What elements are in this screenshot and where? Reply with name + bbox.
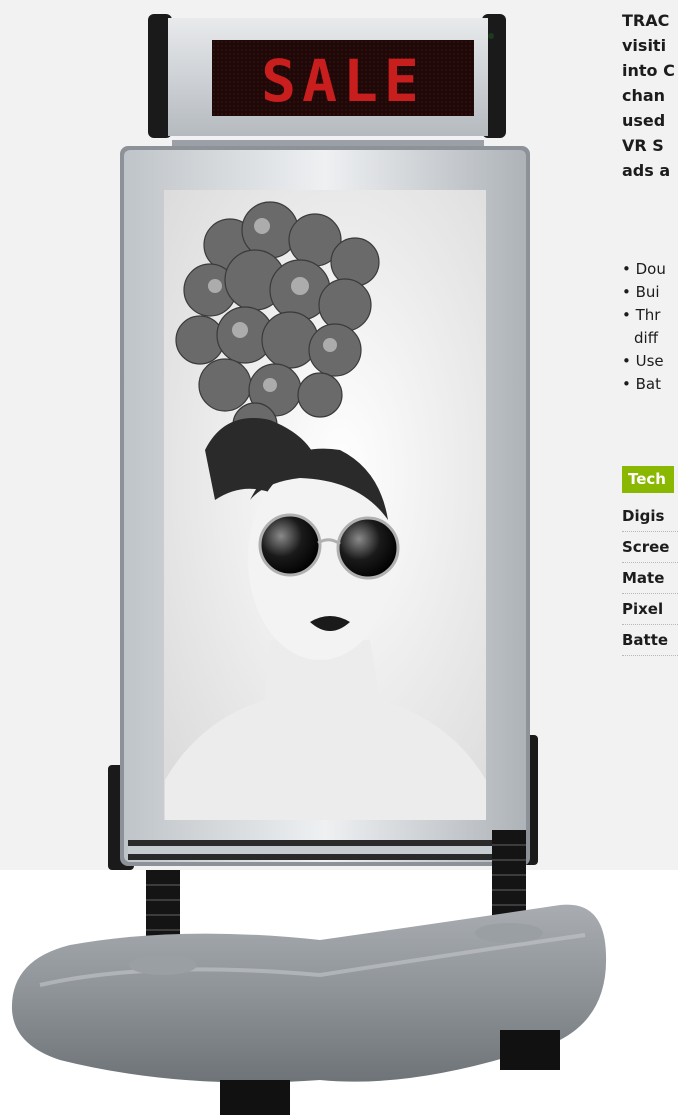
feature-list: • Dou • Bui • Thr diff • Use • Bat [622, 258, 678, 396]
led-text: SALE [261, 47, 425, 115]
feature-item: • Dou [622, 260, 666, 278]
feature-item: • Bat [622, 375, 661, 393]
feature-item: • Use [622, 352, 664, 370]
technical-row: Pixel [622, 594, 678, 625]
intro-line: used [622, 111, 666, 130]
intro-line: into C [622, 61, 675, 80]
intro-line: chan [622, 86, 666, 105]
technical-row: Digis [622, 501, 678, 532]
feature-item-continuation: diff [634, 329, 659, 347]
technical-heading: Tech [622, 466, 674, 493]
poster-frame-icon [120, 146, 530, 866]
product-copy: TRAC visiti into C chan used VR S ads a … [622, 0, 678, 1115]
technical-rows: Digis Scree Mate Pixel Batte [622, 501, 678, 656]
technical-section: Tech Digis Scree Mate Pixel Batte [622, 466, 678, 656]
technical-row: Scree [622, 532, 678, 563]
intro-line: VR S [622, 136, 664, 155]
technical-row: Mate [622, 563, 678, 594]
intro-line: ads a [622, 161, 671, 180]
stand-base-icon [11, 904, 607, 1115]
technical-row: Batte [622, 625, 678, 656]
intro-line: TRAC [622, 11, 670, 30]
intro-line: visiti [622, 36, 667, 55]
product-illustration: SALE [11, 14, 607, 1115]
feature-item: • Thr [622, 306, 661, 324]
feature-item: • Bui [622, 283, 660, 301]
product-intro: TRAC visiti into C chan used VR S ads a [622, 8, 678, 183]
product-stage: SALE TRAC visiti into C chan used VR S a… [0, 0, 678, 1115]
